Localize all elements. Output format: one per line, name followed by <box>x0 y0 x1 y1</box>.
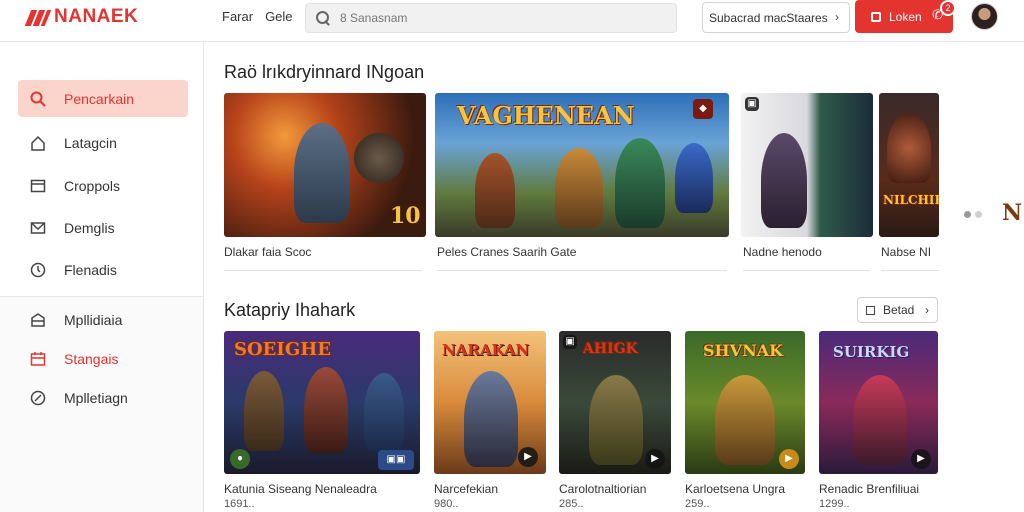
login-button[interactable]: Loken ✆ <box>855 0 953 33</box>
category-card-5-sub: 1299.. <box>819 498 850 510</box>
window-icon <box>30 178 46 194</box>
filter-label: Subacrad macStaares <box>709 10 828 25</box>
next-card-peek[interactable]: N <box>998 150 1024 232</box>
card-art-title: AHIGK <box>583 341 638 357</box>
category-card-2-sub: 980.. <box>434 498 459 510</box>
view-more-label: Betad <box>883 303 915 317</box>
box-icon <box>30 312 46 328</box>
platform-badge-icon: ▣▣ <box>378 450 414 470</box>
badge-icon: ▣ <box>745 97 759 111</box>
brand-logo[interactable]: NANAEK <box>24 6 138 28</box>
card-art-title: SUIRKIG <box>833 343 910 361</box>
play-icon: ▶ <box>911 449 931 469</box>
logo-mark-icon <box>24 8 52 26</box>
carousel-dot[interactable] <box>964 211 971 218</box>
category-card-1-caption: Katunia Siseang Nenaleadra <box>224 482 377 496</box>
card-number-badge: 10 <box>390 203 421 229</box>
user-avatar[interactable] <box>971 3 998 30</box>
sidebar-item-mplletiagn[interactable]: Mplletiagn <box>18 379 188 416</box>
play-icon: ▶ <box>645 449 665 469</box>
view-more-button[interactable]: Betad › <box>857 297 938 323</box>
sidebar-item-stangais[interactable]: Stangais <box>18 340 188 377</box>
sidebar-item-label: Latagcin <box>64 134 117 151</box>
featured-section-title: Raö lrıkdryinnard INgoan <box>224 62 425 82</box>
header-link-1[interactable]: Farar <box>222 9 253 24</box>
chevron-right-icon: › <box>925 303 929 317</box>
header-links: Farar Gele <box>222 9 293 24</box>
card-art-title: SHVNAK <box>703 341 784 360</box>
sidebar-item-label: Croppols <box>64 177 121 194</box>
category-card-1-sub: 1691.. <box>224 498 255 510</box>
login-icon <box>871 11 881 22</box>
featured-card-2-caption: Peles Cranes Saarih Gate <box>437 245 577 259</box>
chevron-right-icon: › <box>835 10 839 24</box>
sidebar: Pencarkain Latagcin Croppols Demglis Fle… <box>0 42 204 512</box>
login-label: Loken <box>889 9 922 24</box>
character-figure <box>294 123 350 223</box>
featured-card-1[interactable]: 10 <box>224 93 426 237</box>
featured-card-2[interactable]: VAGHENEAN ◆ <box>435 93 729 237</box>
filter-dropdown-button[interactable]: Subacrad macStaares › <box>702 2 850 33</box>
category-card-3-caption: Carolotnaltiorian <box>559 482 647 496</box>
mail-icon <box>30 220 46 236</box>
sidebar-item-flenadis[interactable]: Flenadis <box>18 251 188 288</box>
sidebar-item-pencarkain[interactable]: Pencarkain <box>18 80 188 117</box>
sidebar-divider <box>0 296 204 297</box>
play-icon: ▶ <box>518 447 538 467</box>
home-icon <box>30 135 46 151</box>
search-icon <box>30 91 46 107</box>
play-icon: ▶ <box>779 449 799 469</box>
logo-text: NANAEK <box>54 6 139 27</box>
sidebar-item-label: Stangais <box>64 350 119 367</box>
category-section-title: Katapriy Ihahark <box>224 300 356 320</box>
featured-card-4-caption: Nabse NI <box>881 245 932 259</box>
card-art-title: VAGHENEAN <box>457 101 635 130</box>
sidebar-item-label: Mplletiagn <box>64 389 128 406</box>
emblem-icon: ● <box>230 449 250 469</box>
category-card-1[interactable]: SOEIGHE ▣▣ ● <box>224 331 420 474</box>
creature-figure <box>354 133 404 183</box>
card-art-title: SOEIGHE <box>234 339 331 360</box>
search-bar[interactable] <box>305 3 677 33</box>
category-card-4-caption: Karloetsena Ungra <box>685 482 786 496</box>
calendar-icon <box>30 351 46 367</box>
publisher-logo-icon: ◆ <box>693 99 713 119</box>
category-card-5[interactable]: SUIRKIG ▶ <box>819 331 938 474</box>
sidebar-item-demglis[interactable]: Demglis <box>18 209 188 246</box>
carousel-dots[interactable] <box>964 211 982 218</box>
sidebar-item-mpllidiaia[interactable]: Mpllidiaia <box>18 301 188 338</box>
header-link-2[interactable]: Gele <box>265 9 292 24</box>
compass-icon <box>30 390 46 406</box>
badge-icon: ▣ <box>563 335 577 349</box>
featured-card-3[interactable]: ▣ <box>741 93 873 237</box>
sidebar-item-label: Mpllidiaia <box>64 311 123 328</box>
sidebar-item-label: Pencarkain <box>64 90 135 107</box>
category-card-2[interactable]: NARAKAN ▶ <box>434 331 546 474</box>
category-card-5-caption: Renadic Brenfiliuai <box>819 482 920 496</box>
card-art-title: NARAKAN <box>442 341 530 359</box>
notification-badge[interactable]: 2 <box>940 0 956 16</box>
square-icon <box>866 305 875 315</box>
sidebar-item-latagcin[interactable]: Latagcin <box>18 124 188 161</box>
clock-icon <box>30 262 46 278</box>
featured-card-4[interactable]: NILCHIR <box>879 93 939 237</box>
search-input[interactable] <box>340 11 640 25</box>
featured-card-1-caption: Dlakar faia Scoc <box>224 245 312 259</box>
category-card-3-sub: 285.. <box>559 498 584 510</box>
featured-card-3-caption: Nadne henodo <box>743 245 822 259</box>
top-header: NANAEK Farar Gele Subacrad macStaares › … <box>0 0 1024 42</box>
card-art-title: NILCHIR <box>883 193 939 207</box>
sidebar-item-label: Flenadis <box>64 261 117 278</box>
search-icon <box>316 11 330 25</box>
category-card-4[interactable]: SHVNAK ▶ <box>685 331 805 474</box>
category-card-3[interactable]: AHIGK ▣ ▶ <box>559 331 671 474</box>
category-card-2-caption: Narcefekian <box>434 482 499 496</box>
carousel-dot[interactable] <box>975 211 982 218</box>
sidebar-item-label: Demglis <box>64 219 115 236</box>
sidebar-item-croppols[interactable]: Croppols <box>18 167 188 204</box>
category-card-4-sub: 259.. <box>685 498 710 510</box>
